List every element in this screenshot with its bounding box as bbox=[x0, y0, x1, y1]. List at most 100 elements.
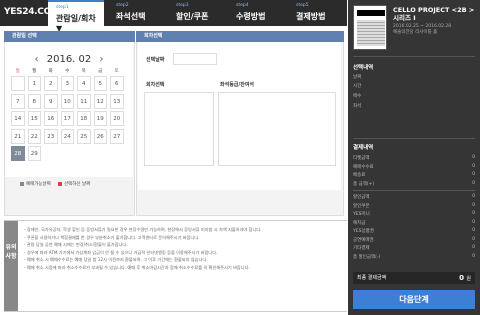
payment-row-value: 0 bbox=[472, 236, 475, 242]
calendar-day[interactable]: 27 bbox=[110, 128, 124, 144]
calendar-day[interactable]: 3 bbox=[60, 76, 74, 91]
calendar-day[interactable]: 11 bbox=[77, 93, 91, 109]
calendar-day[interactable]: 16 bbox=[44, 111, 58, 126]
weekday-label: 금 bbox=[98, 69, 103, 74]
calendar-day[interactable]: 14 bbox=[11, 111, 25, 126]
calendar-day[interactable]: 13 bbox=[110, 93, 124, 109]
calendar-day[interactable]: 29 bbox=[27, 146, 41, 161]
prev-month-icon[interactable]: ‹ bbox=[30, 54, 44, 65]
payment-row-label: 할인쿠폰 bbox=[353, 203, 370, 209]
payment-row: 티켓금액 0 bbox=[353, 155, 475, 161]
calendar-day[interactable]: 22 bbox=[27, 128, 41, 144]
notice-list: - 장애인, 국가유공자, 학생 할인 등 증빙서류가 필요한 경우 현장수령만… bbox=[24, 226, 344, 272]
payment-row: YES머니 0 bbox=[353, 211, 475, 217]
step-5-payment[interactable]: step5 결제방법 bbox=[288, 0, 344, 26]
step-2-seat[interactable]: step2 좌석선택 bbox=[108, 0, 164, 26]
calendar-day[interactable]: 7 bbox=[11, 93, 25, 109]
calendar-month: 2016. 02 bbox=[46, 54, 92, 65]
payment-row-value: 0 bbox=[472, 253, 475, 259]
payment-row-value: 0 bbox=[472, 219, 475, 225]
session-list[interactable] bbox=[144, 92, 214, 166]
calendar-day[interactable]: 1 bbox=[27, 76, 41, 91]
payment-row: 예치금 0 bbox=[353, 220, 475, 226]
weekday-label: 수 bbox=[65, 69, 70, 74]
payment-row-value: 0 bbox=[472, 228, 475, 233]
seat-grade-list bbox=[218, 92, 336, 166]
calendar-legend: 예매가능날짜 선택하신 날짜 bbox=[20, 181, 90, 187]
notice-item: - 예매 취소 시 예매수수료는 예매 당일 밤 12시 이전까지 환불되며, … bbox=[24, 257, 208, 263]
payment-row-label: 총 할인금액(-) bbox=[353, 254, 381, 260]
calendar-day[interactable]: 4 bbox=[77, 76, 91, 91]
calendar-day[interactable]: 21 bbox=[11, 128, 25, 144]
available-swatch bbox=[20, 181, 24, 186]
selected-date-label: 선택날짜 bbox=[146, 57, 165, 63]
notice-item: - 예매 취소 시점에 따라 취소수수료가 부과될 수 있습니다. 예매 후 취… bbox=[24, 264, 250, 270]
step-header: YES24.COM step1 관람일/회차 ▼ step2 좌석선택 step… bbox=[0, 0, 347, 33]
payment-row: YES상품권 0 bbox=[353, 228, 475, 234]
calendar-day[interactable]: 17 bbox=[60, 111, 74, 126]
calendar-day[interactable]: 19 bbox=[93, 111, 107, 126]
session-area: 선택날짜 회차선택 좌석등급/잔여석 bbox=[138, 42, 341, 190]
calendar-day[interactable]: 5 bbox=[93, 76, 107, 91]
step-3-discount[interactable]: step3 할인/쿠폰 bbox=[168, 0, 224, 26]
payment-row-value: 0 bbox=[472, 245, 475, 250]
calendar-day[interactable]: 25 bbox=[77, 128, 91, 144]
step-4-delivery[interactable]: step4 수령방법 bbox=[228, 0, 284, 26]
calendar: ‹ 2016. 02 › 일 월 화 수 목 금 토 1 2 3 4 5 6 7 8 9 10 11 12 13 14 1… bbox=[5, 42, 133, 177]
calendar-day[interactable]: 24 bbox=[60, 128, 74, 144]
calendar-day[interactable]: 6 bbox=[110, 76, 124, 91]
payment-row-label: 공연예매권 bbox=[353, 237, 374, 243]
performance-title: CELLO PROJECT <2B > 시리즈 I bbox=[393, 6, 475, 22]
step-1-date[interactable]: step1 관람일/회차 ▼ bbox=[48, 0, 104, 33]
payment-row-label: 티켓금액 bbox=[353, 156, 370, 161]
booking-row: 좌석 bbox=[353, 104, 362, 109]
payment-row-label: 예매수수료 bbox=[353, 164, 374, 170]
weekday-label: 일 bbox=[15, 69, 20, 74]
selected-date-value bbox=[173, 53, 217, 65]
payment-row-value: 0 bbox=[472, 163, 475, 169]
payment-row: 할인쿠폰 0 bbox=[353, 203, 475, 209]
payment-row-value: 0 bbox=[472, 211, 475, 216]
session-tab: 회차선택 bbox=[136, 31, 344, 42]
payment-row-label: 기타결제 bbox=[353, 246, 370, 251]
notice-section: 유의사항 - 장애인, 국가유공자, 학생 할인 등 증빙서류가 필요한 경우 … bbox=[4, 220, 347, 312]
step-number: step3 bbox=[176, 3, 189, 8]
final-total-value: 0 원 bbox=[459, 274, 471, 282]
poster-thumbnail bbox=[353, 5, 387, 50]
payment-row: 할인금액 0 bbox=[353, 194, 475, 200]
booking-sidebar: CELLO PROJECT <2B > 시리즈 I 2016.02.25 ~ 2… bbox=[348, 0, 480, 315]
payment-row-label: 배송료 bbox=[353, 173, 366, 178]
calendar-day[interactable]: 2 bbox=[44, 76, 58, 91]
calendar-day[interactable]: 8 bbox=[27, 93, 41, 109]
calendar-day[interactable]: 15 bbox=[27, 111, 41, 126]
calendar-day[interactable]: 20 bbox=[110, 111, 124, 126]
weekday-label: 화 bbox=[48, 69, 53, 74]
calendar-day[interactable]: 18 bbox=[77, 111, 91, 126]
payment-row-label: YES머니 bbox=[353, 212, 370, 217]
calendar-day[interactable]: 10 bbox=[60, 93, 74, 109]
payment-row-label: 예치금 bbox=[353, 220, 366, 226]
next-step-button[interactable]: 다음단계 bbox=[353, 290, 475, 309]
payment-row-label: 할인금액 bbox=[353, 195, 370, 200]
calendar-day[interactable]: 26 bbox=[93, 128, 107, 144]
session-label: 회차선택 bbox=[146, 82, 165, 88]
calendar-day[interactable]: 12 bbox=[93, 93, 107, 109]
weekday-label: 월 bbox=[32, 69, 37, 74]
calendar-day[interactable]: 23 bbox=[44, 128, 58, 144]
seat-label: 좌석등급/잔여석 bbox=[220, 82, 255, 88]
final-total: 최종 결제금액 0 원 bbox=[353, 272, 475, 284]
booking-title: 선택내역 bbox=[353, 65, 374, 71]
payment-row-value: 0 bbox=[472, 180, 475, 186]
weekday-label: 토 bbox=[114, 69, 119, 74]
performance-venue: 예술의전당 리사이틀 홀 bbox=[393, 30, 438, 35]
booking-row: 시간 bbox=[353, 84, 362, 89]
payment-row: 배송료 0 bbox=[353, 172, 475, 178]
next-month-icon[interactable]: › bbox=[94, 54, 108, 65]
calendar-day[interactable]: 28 bbox=[11, 146, 25, 161]
calendar-day[interactable]: 9 bbox=[44, 93, 58, 109]
step-label: 할인/쿠폰 bbox=[176, 12, 209, 21]
weekday-label: 목 bbox=[81, 69, 86, 74]
payment-row-label: 총 금액(+) bbox=[353, 181, 375, 187]
date-tab: 관람일 선택 bbox=[4, 31, 135, 42]
selected-swatch bbox=[58, 181, 62, 186]
